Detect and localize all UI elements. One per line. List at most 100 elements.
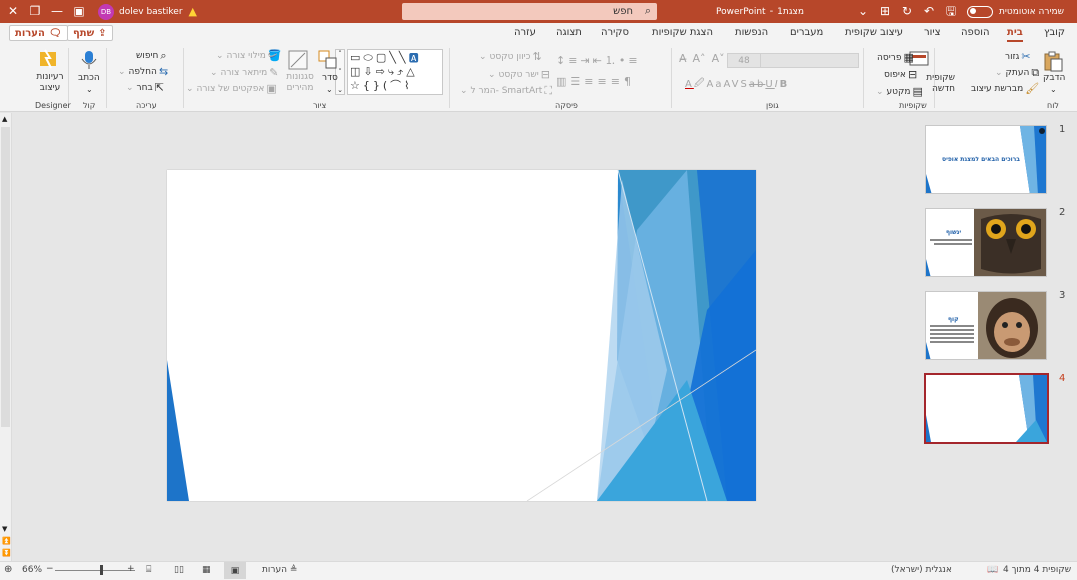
slide-sorter-icon[interactable]: ▦: [202, 565, 211, 575]
reset-button[interactable]: איפוס ⊟: [884, 68, 919, 81]
microphone-icon[interactable]: [78, 49, 100, 71]
shape-icon[interactable]: △: [406, 65, 417, 78]
tab-transitions[interactable]: מעברים: [790, 27, 823, 38]
zoom-slider-thumb[interactable]: [100, 565, 103, 575]
avatar[interactable]: DB: [98, 3, 114, 20]
shape-fill-button[interactable]: ⌄ מילוי צורה 🪣: [216, 49, 284, 62]
align-center-icon[interactable]: ≡: [598, 75, 611, 88]
shape-icon[interactable]: ⇩: [363, 65, 375, 78]
bullets-icon[interactable]: •≡: [619, 54, 641, 67]
ribbon-display-options-icon[interactable]: ▣: [68, 0, 90, 23]
autosave-toggle[interactable]: [967, 5, 993, 18]
quick-styles-button[interactable]: סגנונות מהירים: [280, 72, 320, 94]
tab-home[interactable]: בית: [1007, 27, 1023, 42]
shape-outline-button[interactable]: ⌄ מיתאר צורה ✎: [210, 66, 281, 79]
paste-icon[interactable]: [1042, 50, 1064, 72]
normal-view-icon[interactable]: ▣: [224, 562, 246, 579]
smartart-button[interactable]: ⌄ המר ל- SmartArt ⛶: [460, 84, 554, 98]
copy-button[interactable]: ⌄ העתק ⧉: [995, 66, 1041, 80]
ltr-icon[interactable]: ¶: [624, 75, 635, 88]
redo-icon[interactable]: ↻: [896, 0, 918, 23]
tab-help[interactable]: עזרה: [514, 27, 536, 38]
dictate-button[interactable]: הכתב: [78, 73, 100, 83]
dictate-dropdown-icon[interactable]: ⌄: [86, 85, 93, 94]
replace-button[interactable]: ⌄ החלפה ⇆: [118, 65, 170, 78]
scroll-down-icon[interactable]: ▼: [2, 525, 7, 533]
next-slide-icon[interactable]: ⏬: [2, 549, 11, 557]
highlight-icon[interactable]: 🖉: [694, 76, 707, 93]
shape-icon[interactable]: ⇨: [376, 65, 388, 78]
paste-dropdown-icon[interactable]: ⌄: [1050, 85, 1057, 94]
shape-icon[interactable]: }: [373, 79, 383, 92]
shape-icon[interactable]: ⌇: [404, 79, 412, 92]
shape-icon[interactable]: ▢: [376, 51, 389, 64]
slide-thumbnail-selected[interactable]: [924, 373, 1049, 444]
font-size-up-icon[interactable]: A˄: [693, 52, 706, 65]
restore-icon[interactable]: ❐: [24, 0, 46, 23]
cut-button[interactable]: גזור ✂: [1005, 50, 1033, 63]
find-button[interactable]: חיפוש ⌕: [136, 49, 169, 63]
shapes-gallery[interactable]: ▭⬭▢╲╲🅰 ◫⇩⇨⤷⤴△ ☆{}(⌒⌇: [347, 49, 443, 95]
indent-decrease-icon[interactable]: ⇤: [593, 54, 605, 67]
paste-button[interactable]: הדבק: [1043, 73, 1065, 83]
tab-view[interactable]: תצוגה: [556, 27, 582, 38]
arrange-button[interactable]: סדר: [322, 73, 338, 83]
more-shapes-icon[interactable]: ⌄: [337, 86, 343, 94]
shape-icon[interactable]: ⤷: [388, 65, 397, 78]
shape-icon[interactable]: ⌒: [390, 79, 404, 92]
shape-icon[interactable]: ◫: [350, 65, 363, 78]
zoom-out-icon[interactable]: −: [46, 564, 54, 574]
align-text-button[interactable]: ⌄ ישר טקסט ⊟: [488, 68, 552, 81]
language-status[interactable]: אנגלית (ישראל): [891, 565, 952, 575]
tab-design[interactable]: עיצוב שקופית: [845, 27, 903, 38]
minimize-icon[interactable]: —: [46, 0, 68, 23]
shape-icon[interactable]: 🅰: [408, 51, 421, 64]
close-icon[interactable]: ✕: [2, 0, 24, 23]
shadow-icon[interactable]: S: [741, 79, 749, 90]
shape-effects-button[interactable]: ⌄ אפקטים של צורה ▣: [186, 82, 279, 95]
fit-to-window-icon[interactable]: ⊕: [4, 564, 12, 575]
change-case-icon[interactable]: Aa: [707, 79, 724, 90]
font-color-icon[interactable]: A: [685, 79, 694, 90]
zoom-slider[interactable]: [55, 570, 135, 571]
columns-icon[interactable]: ▥: [556, 75, 570, 88]
text-direction-button[interactable]: ⌄ כיוון טקסט ⇅: [479, 50, 544, 63]
user-name[interactable]: dolev bastiker: [119, 7, 183, 17]
more-icon[interactable]: ⌄: [852, 0, 874, 23]
underline-icon[interactable]: U: [765, 79, 774, 90]
shape-icon[interactable]: ╲: [389, 51, 399, 64]
clear-format-icon[interactable]: A̶: [679, 52, 687, 65]
search-box[interactable]: חפש ⌕: [402, 3, 657, 20]
arrange-dropdown-icon[interactable]: ⌄: [326, 85, 333, 94]
shape-icon[interactable]: ▭: [350, 51, 363, 64]
shape-icon[interactable]: {: [363, 79, 373, 92]
numbering-icon[interactable]: ⒈: [605, 52, 619, 68]
justify-icon[interactable]: ☰: [570, 75, 584, 88]
bold-icon[interactable]: B: [780, 79, 790, 90]
align-left-icon[interactable]: ≡: [584, 75, 597, 88]
reading-view-icon[interactable]: ▯▯: [174, 565, 184, 575]
slide-thumbnail[interactable]: קוף: [925, 291, 1047, 360]
vertical-scrollbar[interactable]: ▲ ▼ ⏫ ⏬: [0, 113, 12, 561]
tab-insert[interactable]: הוספה: [961, 27, 990, 38]
current-slide-canvas[interactable]: [167, 170, 756, 501]
design-ideas-icon[interactable]: [37, 48, 59, 70]
scroll-up-icon[interactable]: ▲: [2, 115, 7, 123]
tab-slideshow[interactable]: הצגת שקופיות: [652, 27, 713, 38]
undo-icon[interactable]: ↶: [918, 0, 940, 23]
warning-icon[interactable]: ▲: [189, 5, 197, 18]
font-size-input[interactable]: 48: [727, 53, 761, 68]
scroll-thumb[interactable]: [1, 127, 10, 427]
share-button[interactable]: שתף ⇪: [67, 25, 113, 41]
align-right-icon[interactable]: ≡: [611, 75, 624, 88]
save-icon[interactable]: 🖫: [940, 0, 962, 23]
shape-icon[interactable]: ⤴: [397, 65, 406, 78]
char-spacing-icon[interactable]: AV: [723, 79, 740, 90]
shape-icon[interactable]: ⬭: [363, 51, 375, 64]
present-icon[interactable]: ⊞: [874, 0, 896, 23]
previous-slide-icon[interactable]: ⏫: [2, 537, 11, 545]
line-spacing-icon[interactable]: ↕≡: [556, 54, 580, 67]
quick-styles-icon[interactable]: [287, 49, 309, 71]
zoom-level[interactable]: 66%: [22, 565, 42, 575]
strikethrough-icon[interactable]: ab: [749, 79, 765, 90]
